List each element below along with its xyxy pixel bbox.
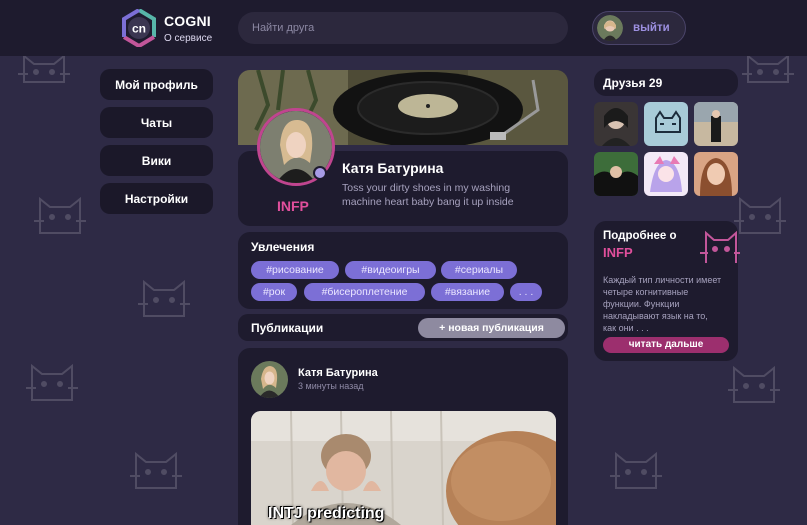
cat-icon — [700, 230, 740, 263]
interest-tag[interactable]: #рок — [251, 283, 297, 301]
interest-tag[interactable]: #вязание — [431, 283, 504, 301]
new-publication-button[interactable]: + новая публикация — [418, 318, 565, 338]
cat-pattern-icon — [728, 365, 780, 403]
publications-title: Публикации — [251, 321, 324, 335]
mbti-info-title: Подробнее о — [603, 230, 677, 242]
profile-name: Катя Батурина — [342, 160, 444, 176]
post-timestamp: 3 минуты назад — [298, 381, 364, 391]
nav-item-wiki[interactable]: Вики — [100, 145, 213, 176]
online-status-badge — [313, 166, 327, 180]
post-author-photo — [251, 361, 288, 398]
logout-button[interactable]: выйти — [592, 11, 686, 45]
mbti-info-type: INFP — [603, 245, 633, 260]
interests-title: Увлечения — [251, 240, 315, 254]
profile-mbti-type[interactable]: INFP — [277, 198, 309, 214]
mbti-info-text: Каждый тип личности имеет четыре когнити… — [603, 275, 722, 333]
top-header: cn COGNI О сервисе выйти — [0, 0, 807, 56]
nav-item-my-profile[interactable]: Мой профиль — [100, 69, 213, 100]
user-avatar — [597, 15, 623, 41]
cogni-logo-icon[interactable]: cn — [120, 9, 158, 47]
more-tags-button[interactable]: . . . — [510, 283, 542, 301]
cat-pattern-icon — [610, 451, 662, 489]
post-meme-caption: INTJ predicting — [268, 505, 385, 522]
friend-avatar[interactable] — [644, 152, 688, 196]
friend-avatar[interactable] — [694, 102, 738, 146]
interest-tag[interactable]: #рисование — [251, 261, 339, 279]
cat-pattern-icon — [26, 363, 78, 401]
interest-tag[interactable]: #сериалы — [441, 261, 517, 279]
interest-tag[interactable]: #бисероплетение — [304, 283, 425, 301]
logo-text: cn — [132, 22, 146, 36]
friend-avatar[interactable] — [594, 102, 638, 146]
nav-item-settings[interactable]: Настройки — [100, 183, 213, 214]
cat-pattern-icon — [18, 53, 70, 83]
logout-label: выйти — [633, 22, 670, 34]
cat-pattern-icon — [130, 451, 182, 489]
read-more-button[interactable]: читать дальше — [603, 337, 729, 353]
about-link[interactable]: О сервисе — [164, 33, 212, 44]
friend-avatar[interactable] — [644, 102, 688, 146]
interest-tag[interactable]: #видеоигры — [345, 261, 436, 279]
cat-pattern-icon — [34, 196, 86, 234]
nav-item-chats[interactable]: Чаты — [100, 107, 213, 138]
cat-pattern-icon — [138, 279, 190, 317]
post-author-name[interactable]: Катя Батурина — [298, 367, 378, 379]
friend-avatar[interactable] — [694, 152, 738, 196]
profile-bio: Toss your dirty shoes in my washing mach… — [342, 182, 514, 208]
post-author-avatar[interactable] — [251, 361, 288, 398]
search-input[interactable] — [238, 12, 568, 44]
cat-pattern-icon — [734, 196, 786, 234]
brand-name: COGNI — [164, 13, 211, 29]
friends-title: Друзья 29 — [603, 76, 663, 90]
friend-avatar[interactable] — [594, 152, 638, 196]
cat-pattern-icon — [742, 53, 794, 83]
